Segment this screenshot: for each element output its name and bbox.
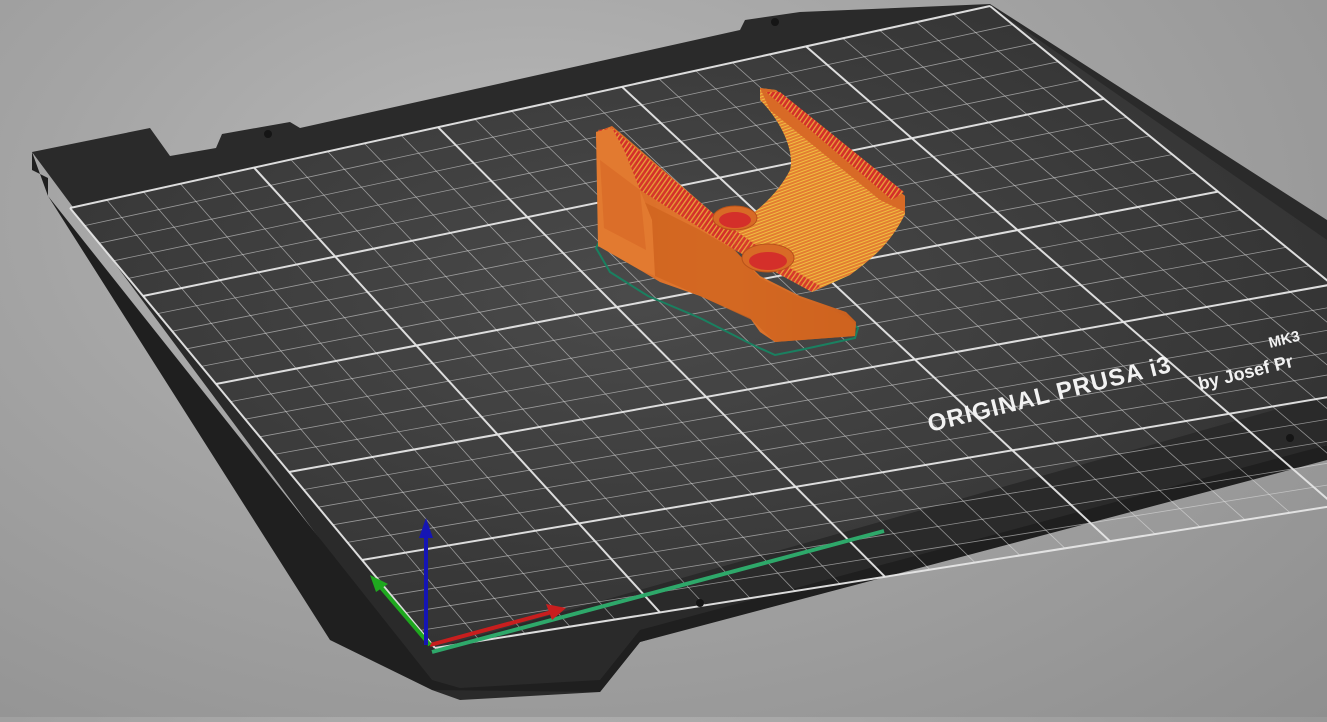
3d-viewport[interactable]: ORIGINAL PRUSA i3 MK3 by Josef Pr [0, 0, 1327, 717]
